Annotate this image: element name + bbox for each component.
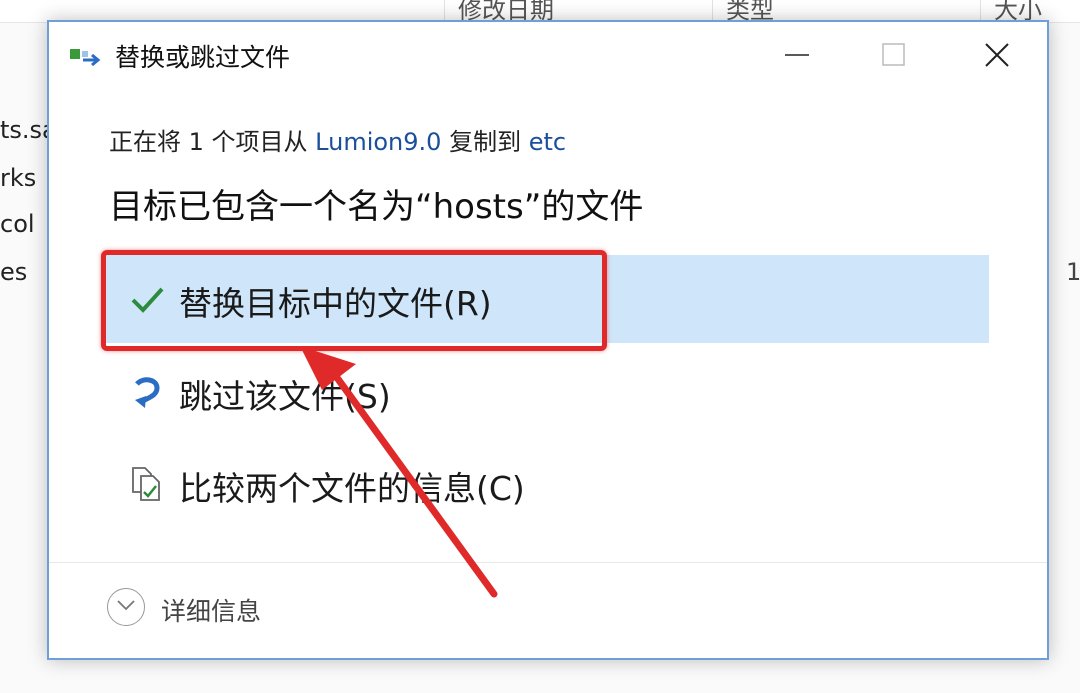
destination-folder-link[interactable]: etc [529, 128, 566, 156]
minimize-icon [785, 54, 809, 56]
skip-option-label: 跳过该文件(S) [179, 377, 391, 416]
column-type[interactable]: 类型 [726, 0, 774, 22]
conflict-heading: 目标已包含一个名为“hosts”的文件 [109, 187, 644, 227]
file-name[interactable]: col [0, 210, 35, 238]
close-icon [985, 43, 1009, 67]
maximize-icon [882, 43, 905, 66]
screen: 修改日期 类型 大小 ts.sa rks col es 1 替换或跳过文件 正在… [0, 0, 1080, 693]
column-modified-date[interactable]: 修改日期 [458, 0, 554, 22]
file-size: 1 [1066, 258, 1080, 286]
source-folder-link[interactable]: Lumion9.0 [315, 128, 441, 156]
column-separator [980, 0, 981, 22]
compare-option-label: 比较两个文件的信息(C) [179, 469, 525, 508]
skip-icon [135, 377, 160, 408]
chevron-down-icon [117, 600, 135, 611]
copy-prefix: 正在将 1 个项目从 [109, 128, 316, 156]
column-separator [712, 0, 713, 22]
details-expander[interactable] [107, 588, 145, 626]
minimize-button[interactable] [767, 30, 827, 80]
more-details-label: 详细信息 [161, 597, 262, 626]
file-name[interactable]: es [0, 258, 27, 286]
footer-divider [49, 562, 1047, 563]
copy-mid: 复制到 [441, 128, 529, 156]
dialog-title: 替换或跳过文件 [115, 43, 291, 72]
maximize-button[interactable] [864, 30, 924, 80]
highlight-box [101, 250, 607, 351]
column-separator [444, 0, 445, 22]
compare-icon [132, 467, 160, 501]
compare-files-option[interactable]: 比较两个文件的信息(C) [105, 440, 989, 528]
column-size[interactable]: 大小 [994, 0, 1042, 22]
file-name[interactable]: rks [0, 164, 36, 192]
copy-status: 正在将 1 个项目从 Lumion9.0 复制到 etc [109, 122, 566, 157]
move-file-icon [70, 49, 101, 67]
skip-file-option[interactable]: 跳过该文件(S) [105, 348, 989, 436]
close-button[interactable] [967, 30, 1027, 80]
